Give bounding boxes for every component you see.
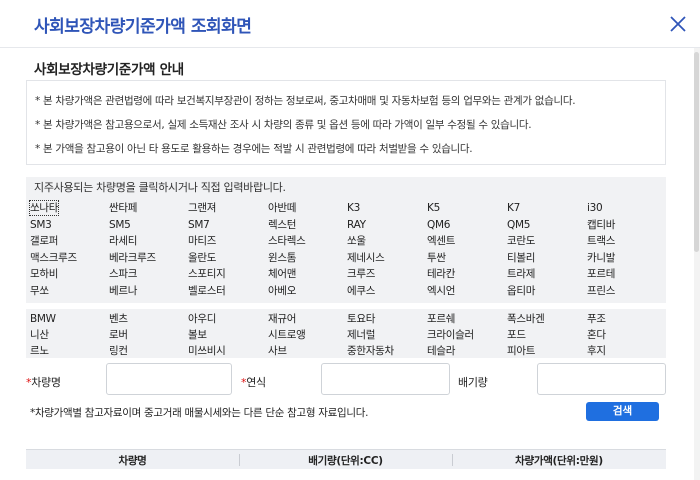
result-table-header: 차량명 배기량(단위:CC) 차량가액(단위:만원)	[26, 449, 666, 469]
car-name-input[interactable]	[106, 363, 232, 395]
car-name-link[interactable]: QM6	[427, 218, 450, 232]
car-name-link[interactable]: 라세티	[109, 234, 137, 248]
car-name-link[interactable]: 아베오	[268, 284, 296, 298]
car-name-link[interactable]: 옵티마	[507, 284, 535, 298]
car-name-link[interactable]: 재규어	[268, 312, 296, 326]
dialog-header: 사회보장차량기준가액 조회화면	[0, 0, 700, 48]
car-name-link[interactable]: BMW	[30, 312, 56, 326]
car-name-link[interactable]: 니산	[30, 328, 49, 342]
car-name-link[interactable]: SM7	[188, 218, 210, 232]
year-input[interactable]	[321, 363, 450, 395]
car-name-link[interactable]: 마티즈	[188, 234, 216, 248]
column-header: 차량가액(단위:만원)	[515, 455, 603, 467]
notice-line: * 본 차량가액은 관련법령에 따라 보건복지부장관이 정하는 정보로써, 중고…	[35, 95, 576, 107]
car-name-link[interactable]: 엑센트	[427, 234, 455, 248]
car-name-link[interactable]: RAY	[347, 218, 366, 232]
search-button[interactable]: 검색	[586, 402, 659, 421]
car-name-link[interactable]: 아우디	[188, 312, 216, 326]
car-name-link[interactable]: 싼타페	[109, 201, 137, 215]
car-name-link[interactable]: 쏘울	[347, 234, 366, 248]
car-name-link[interactable]: 스포티지	[188, 267, 226, 281]
car-name-link[interactable]: 베르나	[109, 284, 137, 298]
car-name-label-text: 차량명	[31, 376, 61, 389]
column-header: 배기량(단위:CC)	[308, 455, 383, 467]
car-name-link[interactable]: K5	[427, 201, 440, 215]
notice-line: * 본 차량가액은 참고용으로서, 실제 소득재산 조사 시 차량의 종류 및 …	[35, 119, 532, 131]
car-name-link[interactable]: 후지	[587, 344, 606, 358]
car-name-label: *차량명	[26, 374, 61, 390]
car-name-link[interactable]: 렉스턴	[268, 218, 296, 232]
car-name-link[interactable]: 포르테	[587, 267, 615, 281]
car-name-link[interactable]: K3	[347, 201, 360, 215]
car-name-link[interactable]: QM5	[507, 218, 530, 232]
car-name-link[interactable]: 토요타	[347, 312, 375, 326]
car-name-link[interactable]: 테슬라	[427, 344, 455, 358]
car-name-link[interactable]: 엑시언	[427, 284, 455, 298]
car-name-link[interactable]: 크라이슬러	[427, 328, 474, 342]
car-name-link[interactable]: 피아트	[507, 344, 535, 358]
car-name-link[interactable]: 링컨	[109, 344, 128, 358]
car-name-link[interactable]: 아반떼	[268, 201, 296, 215]
car-name-link[interactable]: 트랙스	[587, 234, 615, 248]
car-name-link[interactable]: 포드	[507, 328, 526, 342]
car-name-link[interactable]: 갤로퍼	[30, 234, 58, 248]
car-name-link[interactable]: 그랜져	[188, 201, 216, 215]
reference-note: *차량가액별 참고자료이며 중고거래 매물시세와는 다른 단순 참고형 자료입니…	[30, 407, 369, 419]
scrollbar-thumb[interactable]	[694, 52, 699, 252]
car-name-link[interactable]: 포르쉐	[427, 312, 455, 326]
displacement-input[interactable]	[537, 363, 666, 395]
car-name-link[interactable]: 스파크	[109, 267, 137, 281]
guide-title: 사회보장차량기준가액 안내	[34, 62, 184, 78]
close-icon[interactable]	[667, 13, 689, 35]
car-select-panel: 지주사용되는 차량명을 클릭하시거나 직접 입력바랍니다. 쏘나타 싼타페 그랜져 아…	[26, 177, 666, 358]
car-name-link[interactable]: 벨로스터	[188, 284, 226, 298]
notice-line: * 본 가액을 참고용이 아닌 타 용도로 활용하는 경우에는 적발 시 관련법…	[35, 143, 473, 155]
car-name-link[interactable]: 모하비	[30, 267, 58, 281]
car-name-link[interactable]: 벤츠	[109, 312, 128, 326]
car-name-link[interactable]: 투싼	[427, 251, 446, 265]
car-name-link[interactable]: K7	[507, 201, 520, 215]
panel-divider	[26, 303, 666, 309]
car-name-link[interactable]: 맥스크루즈	[30, 251, 77, 265]
search-form: *차량명 *연식 배기량	[26, 362, 666, 398]
car-name-link[interactable]: 르노	[30, 344, 49, 358]
displacement-label: 배기량	[458, 376, 488, 389]
car-name-link[interactable]: SM5	[109, 218, 131, 232]
car-name-link[interactable]: 올란도	[188, 251, 216, 265]
car-name-link[interactable]: 캡티바	[587, 218, 615, 232]
car-name-link[interactable]: 티볼리	[507, 251, 535, 265]
car-name-link[interactable]: 무쏘	[30, 284, 49, 298]
car-name-link[interactable]: 베라크루즈	[109, 251, 156, 265]
car-name-link[interactable]: 사브	[268, 344, 287, 358]
car-name-link[interactable]: 시트로앵	[268, 328, 306, 342]
car-select-hint: 지주사용되는 차량명을 클릭하시거나 직접 입력바랍니다.	[34, 181, 286, 194]
car-name-link[interactable]: SM3	[30, 218, 52, 232]
car-name-link[interactable]: 푸조	[587, 312, 606, 326]
car-name-link[interactable]: 크루즈	[347, 267, 375, 281]
car-name-link[interactable]: 제네시스	[347, 251, 385, 265]
dialog-title: 사회보장차량기준가액 조회화면	[34, 17, 252, 37]
car-name-link[interactable]: 프린스	[587, 284, 615, 298]
car-name-link[interactable]: 혼다	[587, 328, 606, 342]
year-label-text: 연식	[246, 376, 266, 389]
car-name-link[interactable]: 트라제	[507, 267, 535, 281]
car-name-link[interactable]: 윈스톰	[268, 251, 296, 265]
car-name-link[interactable]: 테라칸	[427, 267, 455, 281]
car-name-link[interactable]: 스타렉스	[268, 234, 306, 248]
car-name-link[interactable]: 코란도	[507, 234, 535, 248]
car-name-link[interactable]: 에쿠스	[347, 284, 375, 298]
year-label: *연식	[241, 374, 266, 390]
car-name-link[interactable]: 제너럴	[347, 328, 375, 342]
car-name-link[interactable]: i30	[587, 201, 603, 215]
car-name-link[interactable]: 볼보	[188, 328, 207, 342]
column-header: 차량명	[118, 455, 147, 467]
car-name-link[interactable]: 쏘나타	[28, 200, 60, 216]
notice-box: * 본 차량가액은 관련법령에 따라 보건복지부장관이 정하는 정보로써, 중고…	[26, 80, 666, 165]
car-name-link[interactable]: 로버	[109, 328, 128, 342]
car-name-link[interactable]: 미쓰비시	[188, 344, 226, 358]
car-name-link[interactable]: 카니발	[587, 251, 615, 265]
car-name-link[interactable]: 체어맨	[268, 267, 296, 281]
car-name-link[interactable]: 중한자동차	[347, 344, 394, 358]
car-name-link[interactable]: 폭스바겐	[507, 312, 545, 326]
